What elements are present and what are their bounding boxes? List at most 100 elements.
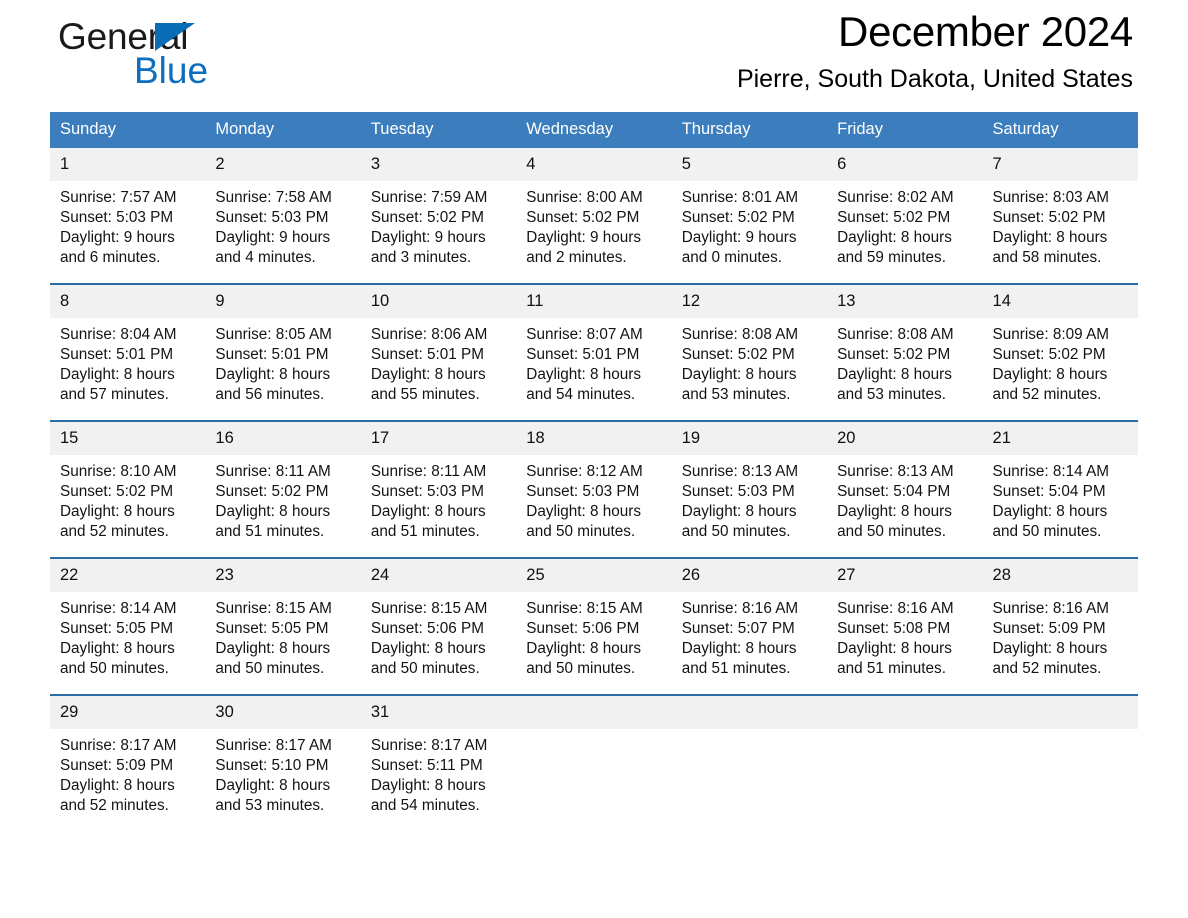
day-cell[interactable]: 18 Sunrise: 8:12 AM Sunset: 5:03 PM Dayligh… — [516, 420, 672, 558]
sunset-text: Sunset: 5:01 PM — [215, 346, 329, 363]
sunset-text: Sunset: 5:06 PM — [526, 620, 640, 637]
daylight-text-line1: Daylight: 8 hours — [215, 366, 331, 383]
day-cell[interactable]: 28 Sunrise: 8:16 AM Sunset: 5:09 PM Dayligh… — [982, 557, 1138, 695]
sunrise-text: Sunrise: 8:13 AM — [681, 463, 799, 480]
daylight-text-line1: Daylight: 8 hours — [681, 640, 797, 657]
daylight-text-line1: Daylight: 9 hours — [681, 229, 797, 246]
day-number: 28 — [982, 559, 1138, 592]
daylight-text-line1: Daylight: 8 hours — [837, 366, 952, 383]
daylight-text-line2: and 53 minutes. — [837, 386, 946, 403]
sunrise-text: Sunrise: 8:08 AM — [837, 326, 954, 343]
day-cell[interactable]: 8 Sunrise: 8:04 AM Sunset: 5:01 PM Daylight… — [50, 283, 206, 421]
weekday-header-saturday: Saturday — [982, 112, 1138, 148]
day-cell[interactable]: 30 Sunrise: 8:17 AM Sunset: 5:10 PM Dayligh… — [205, 694, 361, 831]
sunset-text: Sunset: 5:02 PM — [681, 346, 795, 363]
day-number: 2 — [205, 148, 361, 181]
daylight-text-line2: and 50 minutes. — [992, 523, 1102, 540]
day-cell[interactable]: 7 Sunrise: 8:03 AM Sunset: 5:02 PM Daylight… — [982, 148, 1138, 284]
sunset-text: Sunset: 5:07 PM — [681, 620, 795, 637]
sunrise-text: Sunrise: 8:14 AM — [60, 600, 177, 617]
day-number: 3 — [360, 148, 517, 181]
sunset-text: Sunset: 5:05 PM — [60, 620, 174, 637]
day-cell[interactable]: 14 Sunrise: 8:09 AM Sunset: 5:02 PM Dayligh… — [982, 283, 1138, 421]
sunrise-text: Sunrise: 8:15 AM — [215, 600, 332, 617]
day-cell[interactable]: 4 Sunrise: 8:00 AM Sunset: 5:02 PM Daylight… — [516, 148, 672, 284]
sunrise-text: Sunrise: 8:12 AM — [526, 463, 643, 480]
sunset-text: Sunset: 5:02 PM — [992, 346, 1106, 363]
day-cell[interactable]: 13 Sunrise: 8:08 AM Sunset: 5:02 PM Dayligh… — [827, 283, 983, 421]
day-cell[interactable]: 16 Sunrise: 8:11 AM Sunset: 5:02 PM Dayligh… — [205, 420, 361, 558]
day-number: 13 — [827, 285, 983, 318]
day-cell[interactable]: 15 Sunrise: 8:10 AM Sunset: 5:02 PM Dayligh… — [50, 420, 206, 558]
day-cell[interactable]: 23 Sunrise: 8:15 AM Sunset: 5:05 PM Dayligh… — [205, 557, 361, 695]
daylight-text-line2: and 55 minutes. — [370, 386, 480, 403]
day-cell-empty — [516, 694, 672, 831]
daylight-text-line2: and 57 minutes. — [60, 386, 169, 403]
sunset-text: Sunset: 5:10 PM — [215, 757, 329, 774]
day-cell[interactable]: 9 Sunrise: 8:05 AM Sunset: 5:01 PM Daylight… — [205, 283, 361, 421]
day-cell[interactable]: 22 Sunrise: 8:14 AM Sunset: 5:05 PM Dayligh… — [50, 557, 206, 695]
day-details: Sunrise: 8:05 AM Sunset: 5:01 PM Daylight:… — [205, 318, 360, 405]
sunrise-text: Sunrise: 7:57 AM — [60, 189, 177, 206]
day-details: Sunrise: 8:04 AM Sunset: 5:01 PM Daylight:… — [50, 318, 205, 405]
day-cell[interactable]: 31 Sunrise: 8:17 AM Sunset: 5:11 PM Dayligh… — [360, 694, 517, 831]
day-cell[interactable]: 12 Sunrise: 8:08 AM Sunset: 5:02 PM Dayligh… — [671, 283, 828, 421]
day-number: 19 — [671, 422, 828, 455]
sunrise-text: Sunrise: 8:16 AM — [837, 600, 954, 617]
day-number — [827, 696, 983, 729]
day-cell[interactable]: 6 Sunrise: 8:02 AM Sunset: 5:02 PM Daylight… — [827, 148, 983, 284]
day-cell[interactable]: 11 Sunrise: 8:07 AM Sunset: 5:01 PM Dayligh… — [516, 283, 672, 421]
day-cell[interactable]: 10 Sunrise: 8:06 AM Sunset: 5:01 PM Dayligh… — [360, 283, 517, 421]
daylight-text-line2: and 50 minutes. — [526, 660, 636, 677]
sunset-text: Sunset: 5:03 PM — [370, 483, 484, 500]
daylight-text-line2: and 50 minutes. — [681, 523, 791, 540]
daylight-text-line1: Daylight: 8 hours — [215, 640, 331, 657]
day-number: 8 — [50, 285, 206, 318]
day-number: 22 — [50, 559, 206, 592]
daylight-text-line2: and 58 minutes. — [992, 249, 1102, 266]
day-cell[interactable]: 20 Sunrise: 8:13 AM Sunset: 5:04 PM Dayligh… — [827, 420, 983, 558]
daylight-text-line1: Daylight: 8 hours — [370, 503, 486, 520]
daylight-text-line1: Daylight: 9 hours — [370, 229, 486, 246]
sunset-text: Sunset: 5:05 PM — [215, 620, 329, 637]
day-cell[interactable]: 21 Sunrise: 8:14 AM Sunset: 5:04 PM Dayligh… — [982, 420, 1138, 558]
day-cell[interactable]: 17 Sunrise: 8:11 AM Sunset: 5:03 PM Dayligh… — [360, 420, 517, 558]
daylight-text-line2: and 50 minutes. — [60, 660, 169, 677]
daylight-text-line2: and 6 minutes. — [60, 249, 161, 266]
title-block: December 2024 Pierre, South Dakota, Unit… — [737, 6, 1133, 96]
day-cell[interactable]: 19 Sunrise: 8:13 AM Sunset: 5:03 PM Dayligh… — [671, 420, 828, 558]
day-cell[interactable]: 3 Sunrise: 7:59 AM Sunset: 5:02 PM Daylight… — [360, 148, 517, 284]
daylight-text-line1: Daylight: 8 hours — [681, 366, 797, 383]
sunrise-text: Sunrise: 8:07 AM — [526, 326, 643, 343]
day-cell[interactable]: 25 Sunrise: 8:15 AM Sunset: 5:06 PM Dayligh… — [516, 557, 672, 695]
daylight-text-line2: and 0 minutes. — [681, 249, 783, 266]
sunset-text: Sunset: 5:02 PM — [215, 483, 329, 500]
daylight-text-line1: Daylight: 8 hours — [60, 503, 175, 520]
day-cell[interactable]: 1 Sunrise: 7:57 AM Sunset: 5:03 PM Daylight… — [50, 148, 206, 284]
sunset-text: Sunset: 5:04 PM — [837, 483, 951, 500]
day-cell[interactable]: 29 Sunrise: 8:17 AM Sunset: 5:09 PM Dayligh… — [50, 694, 206, 831]
day-number: 26 — [671, 559, 828, 592]
day-details: Sunrise: 8:13 AM Sunset: 5:03 PM Daylight:… — [672, 455, 827, 542]
weekday-header-friday: Friday — [827, 112, 983, 148]
generalblue-logo: General Blue — [58, 18, 318, 98]
day-details: Sunrise: 8:11 AM Sunset: 5:03 PM Daylight:… — [361, 455, 516, 542]
day-cell[interactable]: 26 Sunrise: 8:16 AM Sunset: 5:07 PM Dayligh… — [671, 557, 828, 695]
daylight-text-line1: Daylight: 8 hours — [370, 777, 486, 794]
day-details: Sunrise: 8:17 AM Sunset: 5:11 PM Daylight:… — [361, 729, 516, 816]
day-cell[interactable]: 5 Sunrise: 8:01 AM Sunset: 5:02 PM Daylight… — [671, 148, 828, 284]
sunset-text: Sunset: 5:09 PM — [992, 620, 1106, 637]
daylight-text-line2: and 53 minutes. — [681, 386, 791, 403]
daylight-text-line2: and 54 minutes. — [526, 386, 636, 403]
sunset-text: Sunset: 5:02 PM — [681, 209, 795, 226]
day-number: 4 — [516, 148, 672, 181]
day-cell[interactable]: 27 Sunrise: 8:16 AM Sunset: 5:08 PM Dayligh… — [827, 557, 983, 695]
daylight-text-line2: and 54 minutes. — [370, 797, 480, 814]
day-details: Sunrise: 8:15 AM Sunset: 5:06 PM Daylight:… — [361, 592, 516, 679]
day-details: Sunrise: 8:07 AM Sunset: 5:01 PM Daylight:… — [516, 318, 671, 405]
day-cell[interactable]: 2 Sunrise: 7:58 AM Sunset: 5:03 PM Daylight… — [205, 148, 361, 284]
sunrise-text: Sunrise: 8:11 AM — [215, 463, 331, 480]
day-cell[interactable]: 24 Sunrise: 8:15 AM Sunset: 5:06 PM Dayligh… — [360, 557, 517, 695]
daylight-text-line1: Daylight: 8 hours — [837, 229, 952, 246]
daylight-text-line1: Daylight: 8 hours — [370, 366, 486, 383]
